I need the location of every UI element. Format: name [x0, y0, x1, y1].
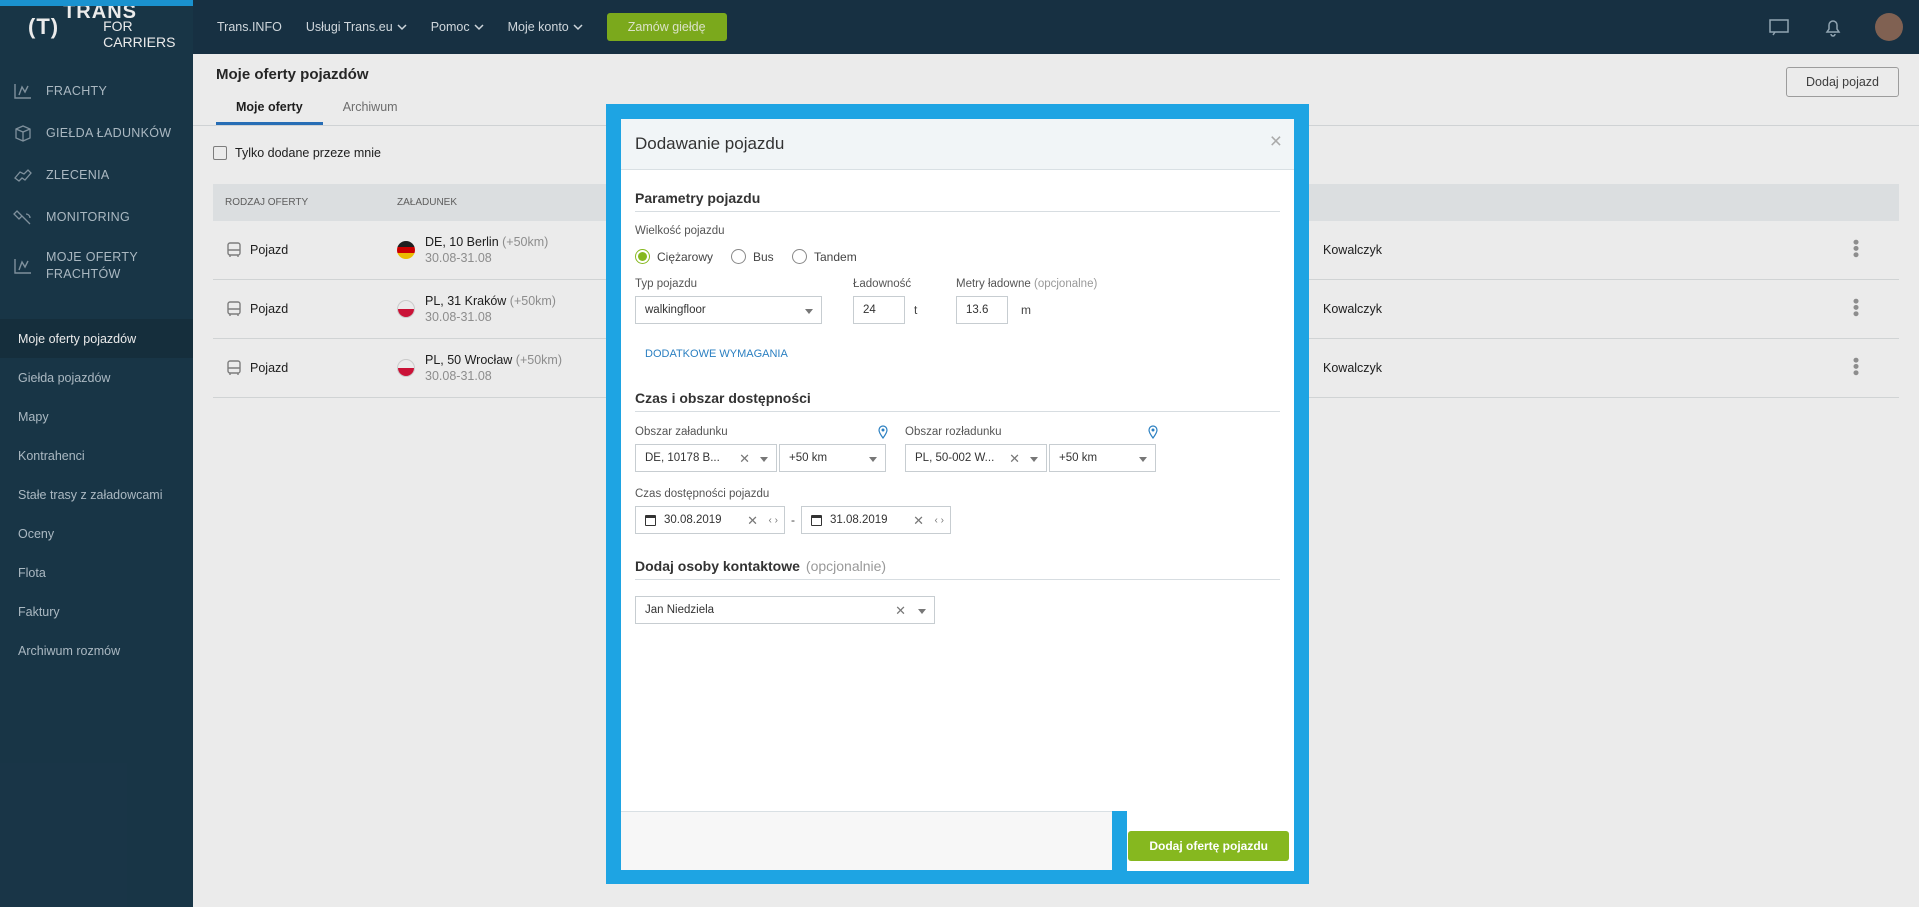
load-radius-select[interactable]: +50 km — [779, 444, 886, 472]
prev-next-icon[interactable]: ‹ › — [935, 515, 944, 526]
chevron-down-icon — [760, 457, 768, 462]
clear-icon[interactable]: ✕ — [1009, 451, 1020, 467]
date-to-input[interactable]: 31.08.2019 ✕ ‹ › — [801, 506, 951, 534]
clear-icon[interactable]: ✕ — [747, 513, 758, 529]
clear-icon[interactable]: ✕ — [739, 451, 750, 467]
meters-unit: m — [1021, 303, 1031, 317]
radio-tandem[interactable]: Tandem — [792, 249, 857, 264]
chevron-down-icon — [805, 309, 813, 314]
add-vehicle-modal: Dodawanie pojazdu × Parametry pojazdu Wi… — [621, 119, 1294, 871]
modal-frame: Dodawanie pojazdu × Parametry pojazdu Wi… — [606, 104, 1309, 884]
section-availability: Czas i obszar dostępności — [635, 390, 1280, 412]
submit-vehicle-offer-button[interactable]: Dodaj ofertę pojazdu — [1128, 831, 1289, 861]
vehicle-type-select[interactable]: walkingfloor — [635, 296, 822, 324]
calendar-icon — [645, 514, 656, 526]
prev-next-icon[interactable]: ‹ › — [769, 515, 778, 526]
section-vehicle-params: Parametry pojazdu — [635, 190, 1280, 212]
load-area-select[interactable]: DE, 10178 B... ✕ — [635, 444, 777, 472]
unload-radius-select[interactable]: +50 km — [1049, 444, 1156, 472]
clear-icon[interactable]: ✕ — [913, 513, 924, 529]
date-separator: - — [791, 513, 795, 527]
radio-bus[interactable]: Bus — [731, 249, 774, 264]
contact-person-select[interactable]: Jan Niedziela ✕ — [635, 596, 935, 624]
chevron-down-icon — [869, 457, 877, 462]
calendar-icon — [811, 514, 822, 526]
location-pin-icon[interactable] — [1148, 425, 1158, 439]
unload-area-select[interactable]: PL, 50-002 W... ✕ — [905, 444, 1047, 472]
chevron-down-icon — [918, 609, 926, 614]
unload-area-label: Obszar rozładunku — [905, 426, 1002, 438]
radio-ciezarowy[interactable]: Ciężarowy — [635, 249, 713, 264]
chevron-down-icon — [1030, 457, 1038, 462]
close-icon[interactable]: × — [1270, 130, 1282, 154]
capacity-unit: t — [914, 303, 918, 317]
extra-requirements-link[interactable]: DODATKOWE WYMAGANIA — [645, 348, 788, 360]
vehicle-size-label: Wielkość pojazdu — [635, 225, 725, 237]
load-area-label: Obszar załadunku — [635, 426, 728, 438]
loading-meters-label: Metry ładowne (opcjonalne) — [956, 278, 1098, 290]
date-from-input[interactable]: 30.08.2019 ✕ ‹ › — [635, 506, 785, 534]
location-pin-icon[interactable] — [878, 425, 888, 439]
capacity-input[interactable]: 24 — [853, 296, 905, 324]
modal-title: Dodawanie pojazdu — [635, 134, 785, 153]
modal-footer: Dodaj ofertę pojazdu — [621, 811, 1294, 871]
vehicle-type-label: Typ pojazdu — [635, 278, 698, 290]
loading-meters-input[interactable]: 13.6 — [956, 296, 1008, 324]
chevron-down-icon — [1139, 457, 1147, 462]
clear-icon[interactable]: ✕ — [895, 603, 906, 619]
section-contacts: Dodaj osoby kontaktowe (opcjonalnie) — [635, 558, 1280, 580]
availability-label: Czas dostępności pojazdu — [635, 488, 770, 500]
capacity-label: Ładowność — [853, 278, 912, 290]
